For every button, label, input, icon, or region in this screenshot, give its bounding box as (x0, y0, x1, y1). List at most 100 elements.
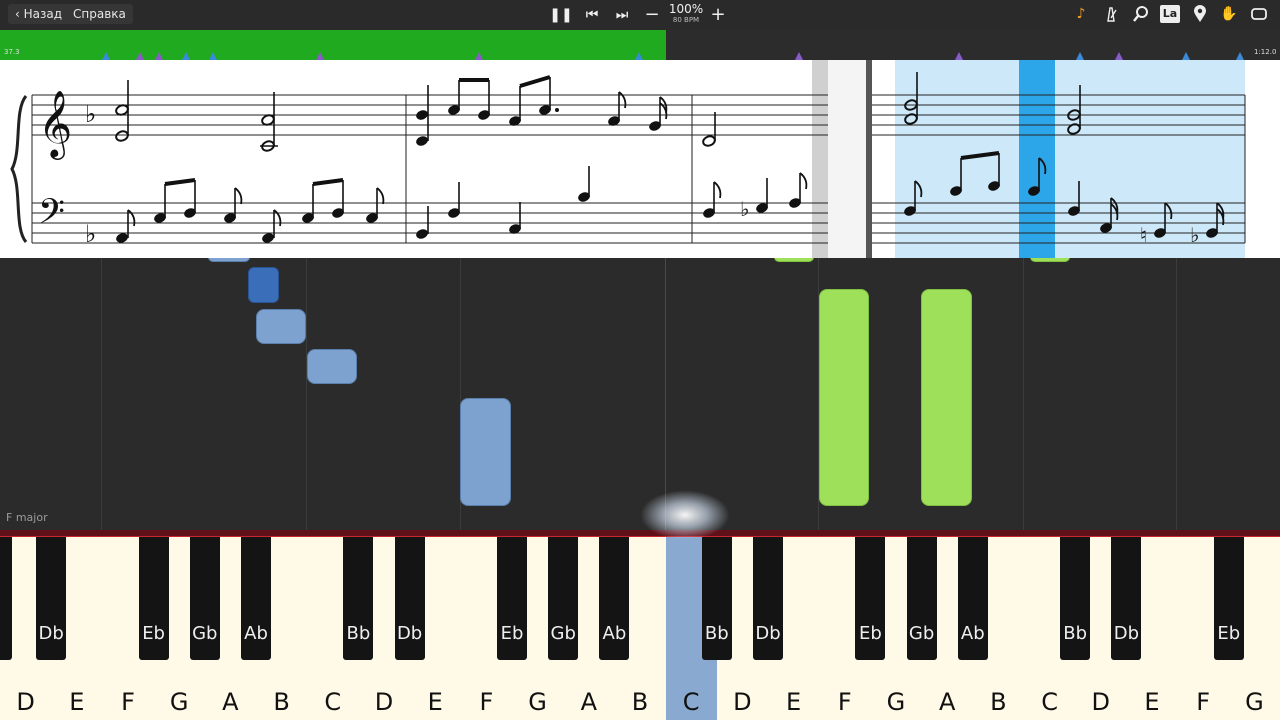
white-key-label: B (990, 688, 1007, 716)
black-key-ab[interactable]: Ab (241, 537, 271, 660)
svg-text:♭: ♭ (740, 197, 749, 221)
timeline-marker (475, 52, 483, 60)
piano-keyboard: D E F G A B C D E F G A B C D E F G A B C D E F G Db Eb Gb Ab Bb Db Eb… (0, 530, 1280, 720)
black-key-label: Gb (550, 623, 576, 644)
loop-icon[interactable] (1248, 3, 1270, 25)
white-key-label: G (886, 688, 906, 716)
current-time: 37.3 (4, 48, 20, 56)
black-key-bb[interactable]: Bb (343, 537, 374, 660)
white-key-label: A (580, 688, 597, 716)
grid-line (1176, 258, 1177, 530)
black-key-ab[interactable]: Ab (599, 537, 630, 660)
black-key-label: Bb (1063, 623, 1088, 644)
tempo-value: 80 BPM (672, 16, 700, 24)
key-signature-label: F major (6, 511, 48, 524)
black-key-eb[interactable]: Eb (1213, 537, 1244, 660)
pause-icon[interactable]: ❚❚ (549, 3, 573, 27)
note-icon[interactable]: ♪ (1070, 3, 1092, 25)
previous-icon[interactable]: ⏮ (580, 3, 604, 27)
svg-text:𝄢: 𝄢 (38, 191, 65, 240)
falling-note (307, 349, 357, 384)
falling-note (819, 289, 869, 506)
black-key-label: Eb (500, 623, 524, 644)
white-key-label: E (427, 688, 443, 716)
black-key-db[interactable]: Db (1111, 537, 1142, 660)
white-key-label: D (1091, 688, 1111, 716)
white-key-label: B (273, 688, 290, 716)
black-key-bb[interactable]: Bb (1060, 537, 1091, 660)
keyboard-felt (0, 530, 1280, 537)
timeline-marker (155, 52, 163, 60)
tempo-display: 100% 80 BPM (666, 3, 706, 25)
falling-note (774, 258, 814, 262)
minus-icon[interactable]: − (640, 3, 664, 27)
white-key-label: E (1144, 688, 1160, 716)
next-icon[interactable]: ⏭ (610, 3, 634, 27)
timeline[interactable]: 37.3 1:12.0 (0, 30, 1280, 60)
black-key-eb[interactable]: Eb (497, 537, 527, 660)
falling-note (921, 289, 972, 506)
black-key-bb[interactable]: Bb (701, 537, 732, 660)
svg-text:♭: ♭ (85, 100, 96, 128)
timeline-played (0, 30, 666, 60)
white-key-label: G (169, 688, 189, 716)
pin-icon[interactable] (1189, 3, 1211, 25)
timeline-marker (316, 52, 324, 60)
timeline-marker (1076, 52, 1084, 60)
metronome-icon[interactable] (1100, 3, 1122, 25)
white-key-label: G (528, 688, 547, 716)
white-key-label: D (16, 688, 35, 716)
grid-line (665, 258, 666, 530)
white-key-label: E (69, 688, 85, 716)
falling-note (1030, 258, 1070, 262)
black-key-gb[interactable]: Gb (189, 537, 220, 660)
black-key-label: Eb (1217, 623, 1241, 644)
black-key-gb[interactable]: Gb (906, 537, 937, 660)
black-key-eb[interactable]: Eb (138, 537, 169, 660)
svg-text:♮: ♮ (1140, 223, 1147, 247)
falling-note (460, 398, 511, 506)
black-key-label: Db (1113, 623, 1140, 644)
timeline-marker (136, 52, 144, 60)
black-key-gb[interactable]: Gb (548, 537, 579, 660)
back-button-label: Назад (23, 7, 63, 21)
plus-icon[interactable]: + (706, 3, 730, 27)
black-key-label: Ab (244, 623, 268, 644)
svg-text:𝄞: 𝄞 (38, 89, 72, 160)
timeline-marker (955, 52, 963, 60)
white-key-label: F (1196, 688, 1211, 716)
black-key-label: Eb (858, 623, 882, 644)
black-key-label: Bb (704, 623, 729, 644)
white-key-label: C (324, 688, 342, 716)
white-key-label: F (837, 688, 852, 716)
black-key-eb[interactable]: Eb (855, 537, 886, 660)
white-key-label: C (1041, 688, 1058, 716)
black-key-db[interactable]: Db (394, 537, 425, 660)
timeline-marker (209, 52, 217, 60)
search-icon[interactable] (1130, 3, 1152, 25)
white-key-label: D (733, 688, 752, 716)
black-key-label: Bb (346, 623, 371, 644)
black-key-label: Db (755, 623, 781, 644)
grid-line (1023, 258, 1024, 530)
timeline-marker (102, 52, 110, 60)
black-key-db[interactable]: Db (753, 537, 783, 660)
black-key-partial[interactable] (0, 537, 12, 660)
hand-icon[interactable]: ✋ (1218, 3, 1240, 25)
label-icon[interactable]: La (1160, 5, 1180, 23)
white-key-label: A (222, 688, 239, 716)
black-key-db[interactable]: Db (36, 537, 67, 660)
toolbar: ‹ Назад Справка ❚❚ ⏮ ⏭ − 100% 80 BPM + ♪… (0, 0, 1280, 30)
back-button[interactable]: ‹ Назад (8, 4, 70, 24)
svg-text:♭: ♭ (1190, 223, 1199, 247)
total-time: 1:12.0 (1254, 48, 1277, 56)
timeline-marker (795, 52, 803, 60)
white-key-label: C (682, 688, 700, 716)
white-key-label: G (1245, 688, 1264, 716)
grid-line (306, 258, 307, 530)
help-button[interactable]: Справка (66, 4, 133, 24)
black-key-label: Ab (602, 623, 627, 644)
zoom-value: 100% (668, 2, 704, 16)
white-key-label: E (786, 688, 802, 716)
black-key-ab[interactable]: Ab (957, 537, 988, 660)
